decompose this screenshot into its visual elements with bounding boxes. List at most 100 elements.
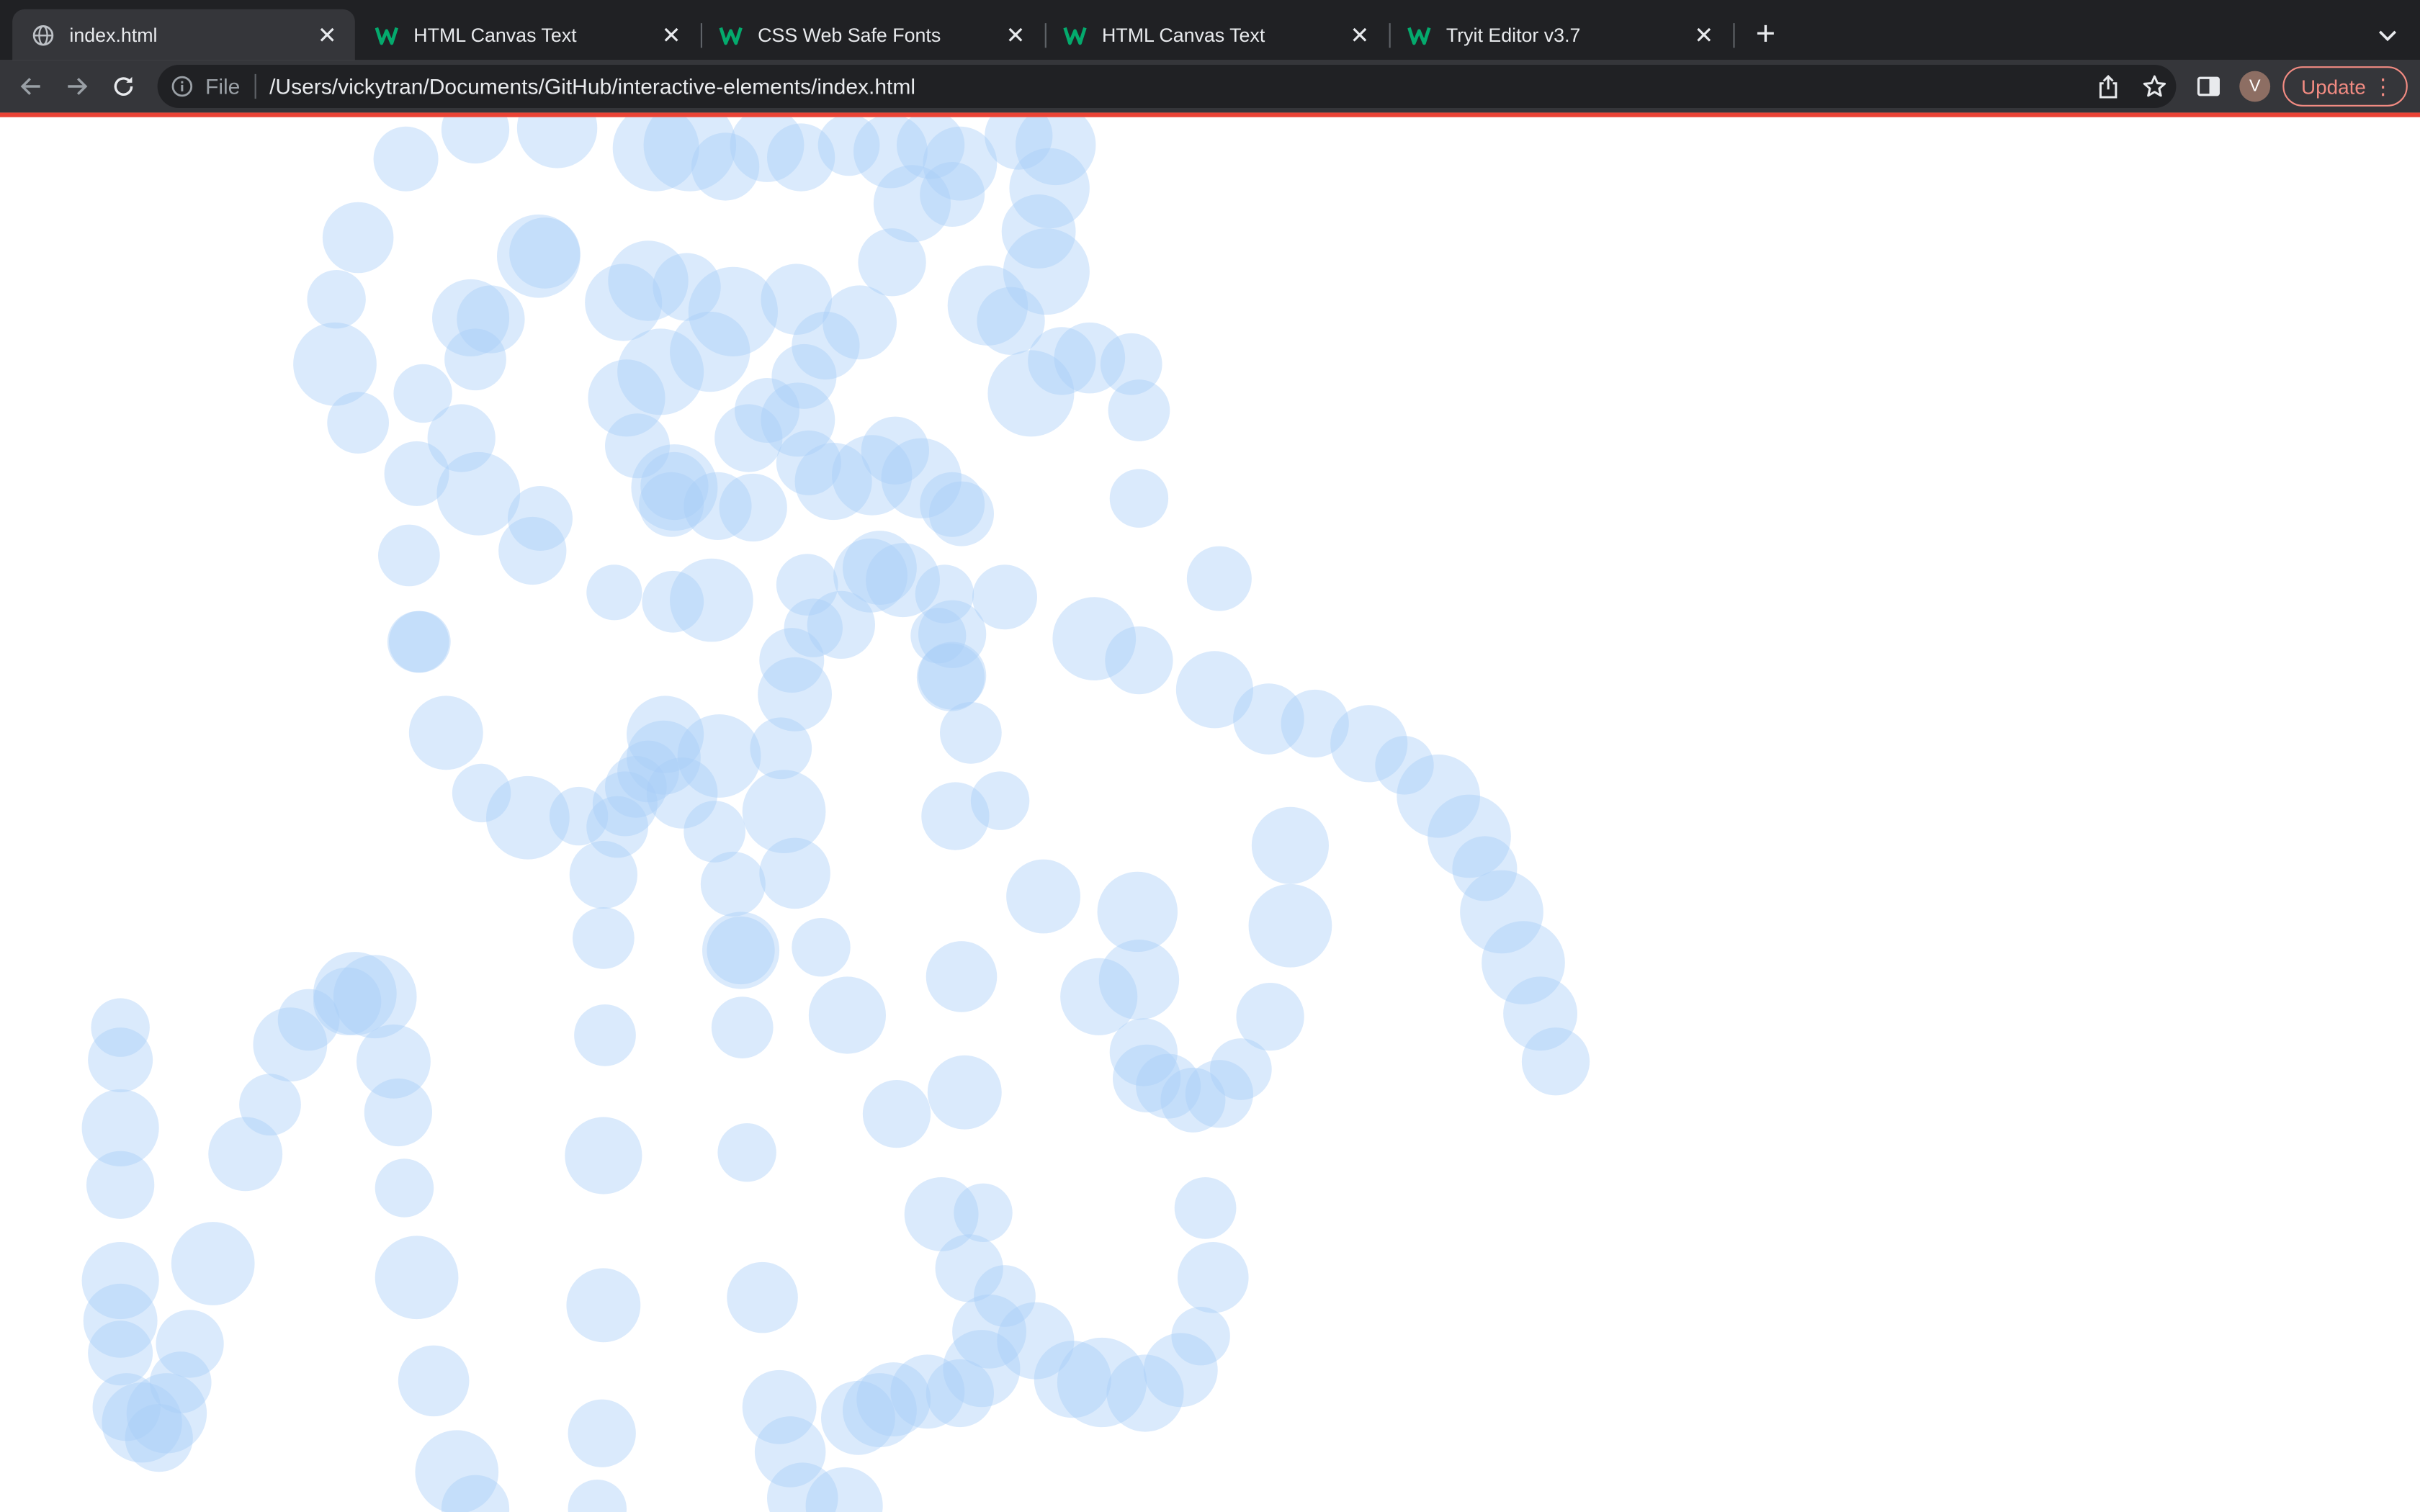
- close-tab-icon[interactable]: ✕: [659, 22, 684, 48]
- close-tab-icon[interactable]: ✕: [1003, 22, 1028, 48]
- reload-icon[interactable]: [105, 68, 142, 104]
- bubble: [375, 1158, 434, 1218]
- bubble: [808, 976, 886, 1054]
- bubble: [1178, 1242, 1249, 1313]
- bubble: [1174, 1177, 1237, 1239]
- tab-title: CSS Web Safe Fonts: [758, 24, 941, 46]
- tab-title: HTML Canvas Text: [1102, 24, 1265, 46]
- page-canvas[interactable]: [0, 117, 2420, 1512]
- more-menu-icon[interactable]: ⋮: [2372, 74, 2394, 99]
- bubble: [1108, 379, 1170, 441]
- bubble: [364, 1078, 432, 1147]
- bubble: [408, 696, 483, 770]
- bubble: [444, 328, 506, 391]
- bubble: [156, 1310, 224, 1378]
- side-panel-icon[interactable]: [2193, 71, 2224, 102]
- bubble: [1248, 883, 1332, 968]
- bubble: [373, 126, 439, 192]
- scheme-label: File: [205, 73, 241, 99]
- bubble: [1251, 806, 1329, 884]
- bubble: [452, 763, 511, 823]
- w3schools-icon: [375, 22, 400, 47]
- bubble: [1171, 1307, 1230, 1366]
- bubble: [717, 1123, 776, 1182]
- bubble: [823, 285, 897, 360]
- new-tab-icon[interactable]: +: [1747, 16, 1784, 54]
- bubble: [921, 782, 990, 850]
- update-button[interactable]: Update ⋮: [2282, 66, 2408, 107]
- bubble: [707, 916, 775, 985]
- bubble: [843, 1373, 917, 1447]
- bubble: [441, 117, 510, 164]
- tab-strip: index.html ✕ HTML Canvas Text ✕ CSS Web …: [0, 0, 2420, 60]
- tab-tryit-editor[interactable]: Tryit Editor v3.7 ✕: [1389, 9, 1732, 60]
- w3schools-icon: [719, 22, 744, 47]
- bubble: [387, 611, 449, 673]
- w3schools-icon: [1063, 22, 1088, 47]
- bubble: [719, 473, 787, 542]
- close-tab-icon[interactable]: ✕: [1348, 22, 1372, 48]
- address-bar[interactable]: File /Users/vickytran/Documents/GitHub/i…: [157, 65, 2177, 108]
- close-tab-icon[interactable]: ✕: [1692, 22, 1716, 48]
- bubble: [566, 1268, 641, 1343]
- bubble: [327, 392, 389, 454]
- tab-css-web-safe-fonts[interactable]: CSS Web Safe Fonts ✕: [701, 9, 1044, 60]
- bubble: [398, 1345, 470, 1417]
- bubble: [86, 1151, 155, 1219]
- bubble: [88, 1027, 153, 1093]
- share-icon[interactable]: [2093, 71, 2124, 102]
- bubble: [1521, 1027, 1590, 1096]
- bubble: [568, 1480, 627, 1512]
- close-tab-icon[interactable]: ✕: [315, 22, 339, 48]
- bubble: [574, 1004, 636, 1066]
- bubble-trail-canvas: [81, 117, 1590, 1512]
- bubble: [509, 217, 581, 289]
- bubble: [171, 1222, 255, 1305]
- bubble: [711, 996, 774, 1058]
- bubble: [1097, 871, 1178, 953]
- tab-search-chevron-icon[interactable]: [2370, 19, 2404, 53]
- back-arrow-icon[interactable]: [12, 68, 49, 104]
- tab-html-canvas-text[interactable]: HTML Canvas Text ✕: [357, 9, 699, 60]
- bubble: [920, 162, 985, 227]
- bubble: [862, 1080, 931, 1148]
- tab-index-html[interactable]: index.html ✕: [12, 9, 355, 60]
- bubble: [727, 1261, 798, 1333]
- bubble: [436, 451, 521, 536]
- bookmark-star-icon[interactable]: [2139, 71, 2170, 102]
- bubble: [568, 1399, 636, 1467]
- bubble: [586, 796, 648, 858]
- globe-icon: [31, 22, 55, 47]
- bubble: [927, 1055, 1002, 1130]
- bubble: [208, 1117, 283, 1192]
- tab-title: Tryit Editor v3.7: [1446, 24, 1581, 46]
- bubble: [586, 564, 642, 621]
- tab-separator: [1733, 23, 1735, 48]
- forward-arrow-icon[interactable]: [58, 68, 95, 104]
- info-icon[interactable]: [171, 76, 193, 97]
- bubble: [1105, 626, 1173, 695]
- bubble: [1006, 859, 1080, 934]
- bubble: [375, 1236, 459, 1320]
- bubble: [1060, 958, 1138, 1035]
- profile-avatar[interactable]: V: [2239, 71, 2271, 102]
- bubble: [516, 117, 598, 168]
- divider: [254, 73, 256, 99]
- bubble: [642, 570, 704, 633]
- bubble: [640, 451, 709, 521]
- bubble: [378, 524, 440, 587]
- bubble: [1186, 546, 1252, 611]
- tab-title: HTML Canvas Text: [413, 24, 577, 46]
- bubble: [307, 270, 366, 329]
- update-label: Update: [2301, 74, 2366, 99]
- bubble: [759, 837, 830, 909]
- bubble: [565, 1117, 642, 1194]
- browser-toolbar: File /Users/vickytran/Documents/GitHub/i…: [0, 60, 2420, 113]
- bubble: [940, 701, 1002, 764]
- bubble: [792, 918, 851, 977]
- bubble: [926, 941, 998, 1012]
- w3schools-icon: [1407, 22, 1432, 47]
- bubble: [322, 202, 394, 274]
- tab-html-canvas-text-2[interactable]: HTML Canvas Text ✕: [1045, 9, 1388, 60]
- url-text[interactable]: /Users/vickytran/Documents/GitHub/intera…: [269, 74, 915, 99]
